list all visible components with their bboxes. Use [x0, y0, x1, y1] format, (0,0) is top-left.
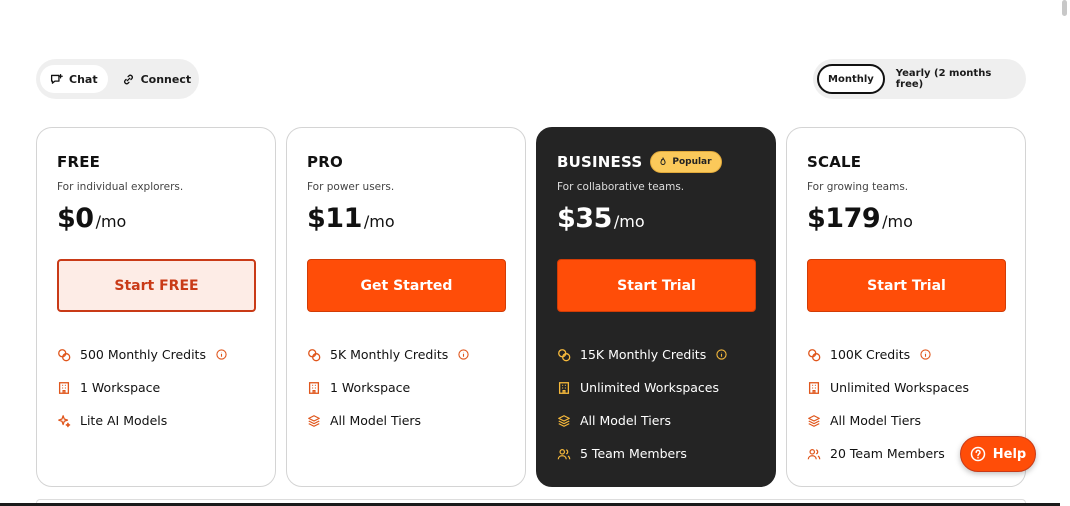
- page-scrollbar[interactable]: [1060, 0, 1070, 506]
- feature-text: Unlimited Workspaces: [580, 380, 720, 395]
- feature-item: 5 Team Members: [557, 437, 755, 470]
- question-icon: [970, 446, 986, 462]
- plan-subtitle: For growing teams.: [807, 181, 909, 193]
- coins-icon: [58, 348, 71, 361]
- feature-item: Lite AI Models: [57, 404, 255, 437]
- help-label: Help: [992, 446, 1027, 462]
- sparkle-icon: [58, 414, 71, 427]
- feature-item: All Model Tiers: [557, 404, 755, 437]
- popular-badge-label: Popular: [672, 157, 712, 167]
- feature-item: 1 Workspace: [307, 371, 505, 404]
- popular-badge: Popular: [650, 151, 722, 173]
- layers-icon: [808, 414, 820, 427]
- feature-item: Unlimited Workspaces: [807, 371, 1005, 404]
- building-icon: [58, 381, 70, 394]
- flame-icon: [660, 157, 666, 165]
- chat-tab-label: Chat: [69, 72, 98, 86]
- feature-text: 1 Workspace: [330, 380, 411, 395]
- feature-text: Lite AI Models: [80, 413, 168, 428]
- plan-card-scale: SCALE For growing teams. $179 /mo Start …: [786, 127, 1026, 487]
- price-unit: /mo: [613, 212, 645, 231]
- feature-text: 100K Credits: [830, 347, 911, 362]
- coins-icon: [558, 348, 571, 361]
- plan-card-pro: PRO For power users. $11 /mo Get Started…: [286, 127, 526, 487]
- feature-text: 500 Monthly Credits: [80, 347, 206, 362]
- feature-list: 15K Monthly Credits Unlimited Workspaces…: [557, 338, 755, 470]
- feature-item: 5K Monthly Credits: [307, 338, 505, 371]
- plan-name: PRO: [307, 153, 343, 171]
- coins-icon: [808, 348, 821, 361]
- info-icon[interactable]: [716, 349, 727, 360]
- price-amount: $35: [557, 203, 612, 234]
- plan-subtitle: For individual explorers.: [57, 181, 184, 193]
- plan-price: $0 /mo: [57, 203, 255, 241]
- plan-card-free: FREE For individual explorers. $0 /mo St…: [36, 127, 276, 487]
- plan-card-business: BUSINESS Popular For collaborative teams…: [536, 127, 776, 487]
- start-trial-button[interactable]: Start Trial: [557, 259, 756, 312]
- billing-toggle: Monthly Yearly (2 months free): [813, 59, 1026, 99]
- start-trial-button[interactable]: Start Trial: [807, 259, 1006, 312]
- connect-tab-label: Connect: [140, 72, 192, 86]
- feature-text: 1 Workspace: [80, 380, 161, 395]
- feature-text: 5 Team Members: [580, 446, 687, 461]
- building-icon: [808, 381, 820, 394]
- feature-text: 5K Monthly Credits: [330, 347, 449, 362]
- feature-item: Unlimited Workspaces: [557, 371, 755, 404]
- plan-name: SCALE: [807, 153, 862, 171]
- price-unit: /mo: [363, 212, 395, 231]
- scrollbar-thumb[interactable]: [1062, 0, 1067, 16]
- chat-icon: [50, 73, 63, 84]
- chat-tab[interactable]: Chat: [40, 65, 108, 93]
- feature-text: All Model Tiers: [330, 413, 422, 428]
- price-amount: $11: [307, 203, 362, 234]
- yearly-option[interactable]: Yearly (2 months free): [887, 65, 1022, 93]
- building-icon: [558, 381, 570, 394]
- plan-price: $179 /mo: [807, 203, 1005, 241]
- users-icon: [557, 448, 571, 459]
- feature-text: 15K Monthly Credits: [580, 347, 707, 362]
- feature-item: 1 Workspace: [57, 371, 255, 404]
- plan-price: $11 /mo: [307, 203, 505, 241]
- monthly-option[interactable]: Monthly: [817, 64, 885, 94]
- help-button[interactable]: Help: [960, 436, 1036, 472]
- price-amount: $179: [807, 203, 881, 234]
- feature-item: 500 Monthly Credits: [57, 338, 255, 371]
- feature-text: All Model Tiers: [580, 413, 672, 428]
- get-started-button[interactable]: Get Started: [307, 259, 506, 312]
- info-icon[interactable]: [458, 349, 469, 360]
- feature-item: 100K Credits: [807, 338, 1005, 371]
- feature-item: All Model Tiers: [307, 404, 505, 437]
- layers-icon: [308, 414, 320, 427]
- feature-text: 20 Team Members: [830, 446, 945, 461]
- coins-icon: [308, 348, 321, 361]
- info-icon[interactable]: [920, 349, 931, 360]
- plan-name: BUSINESS: [557, 153, 643, 171]
- feature-text: Unlimited Workspaces: [830, 380, 970, 395]
- feature-item: 15K Monthly Credits: [557, 338, 755, 371]
- plan-subtitle: For collaborative teams.: [557, 181, 685, 193]
- start-free-button[interactable]: Start FREE: [57, 259, 256, 312]
- feature-text: All Model Tiers: [830, 413, 922, 428]
- price-amount: $0: [57, 203, 94, 234]
- link-icon: [123, 74, 133, 84]
- building-icon: [308, 381, 320, 394]
- plan-subtitle: For power users.: [307, 181, 395, 193]
- feature-list: 5K Monthly Credits 1 Workspace All Model…: [307, 338, 505, 437]
- pricing-page: Chat Connect Monthly Yearly (2 months fr…: [0, 0, 1070, 506]
- connect-tab[interactable]: Connect: [112, 65, 202, 93]
- layers-icon: [558, 414, 570, 427]
- mode-toggle: Chat Connect: [36, 59, 199, 99]
- feature-list: 500 Monthly Credits 1 Workspace Lite AI …: [57, 338, 255, 437]
- price-unit: /mo: [882, 212, 913, 231]
- plan-price: $35 /mo: [557, 203, 755, 241]
- price-unit: /mo: [95, 212, 127, 231]
- info-icon[interactable]: [216, 349, 227, 360]
- plan-name: FREE: [57, 153, 101, 171]
- users-icon: [807, 448, 821, 459]
- feature-item: All Model Tiers: [807, 404, 1005, 437]
